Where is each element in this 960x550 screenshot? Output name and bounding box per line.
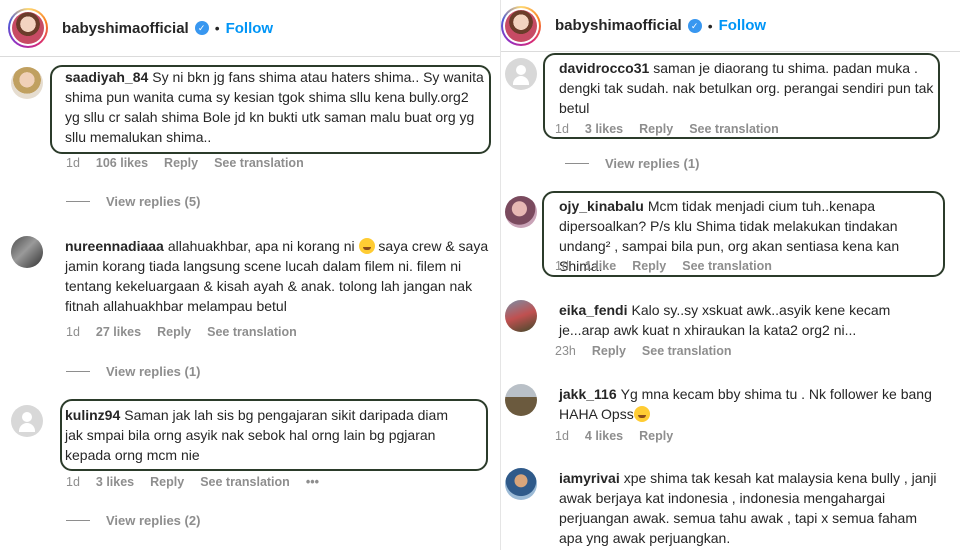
profile-avatar[interactable] bbox=[8, 8, 48, 48]
comment: kulinz94 Saman jak lah sis bg pengajaran … bbox=[11, 405, 489, 465]
comment-text: davidrocco31 saman je diaorang tu shima. … bbox=[559, 58, 943, 118]
reply-button[interactable]: Reply bbox=[592, 344, 626, 358]
commenter-username[interactable]: saadiyah_84 bbox=[65, 69, 148, 85]
commenter-avatar[interactable] bbox=[505, 300, 537, 332]
like-count[interactable]: 3 likes bbox=[585, 122, 623, 136]
commenter-avatar[interactable] bbox=[11, 405, 43, 437]
post-header: babyshimaofficial ✓ • Follow bbox=[0, 0, 500, 57]
comment-text: kulinz94 Saman jak lah sis bg pengajaran … bbox=[65, 405, 465, 465]
commenter-avatar[interactable] bbox=[505, 468, 537, 500]
verified-badge-icon: ✓ bbox=[687, 18, 702, 33]
comment-meta: 1d 27 likes Reply See translation bbox=[66, 325, 297, 339]
comment-message: Saman jak lah sis bg pengajaran sikit da… bbox=[65, 407, 448, 463]
replies-divider bbox=[565, 163, 589, 164]
replies-divider bbox=[66, 520, 90, 521]
separator-dot: • bbox=[214, 20, 220, 36]
commenter-username[interactable]: jakk_116 bbox=[559, 386, 617, 402]
comment-message-start: allahuakhbar, apa ni korang ni bbox=[167, 238, 359, 254]
like-count[interactable]: 27 likes bbox=[96, 325, 141, 339]
reply-button[interactable]: Reply bbox=[639, 122, 673, 136]
comment: jakk_116 Yg mna kecam bby shima tu . Nk f… bbox=[505, 384, 945, 424]
profile-avatar[interactable] bbox=[501, 5, 541, 46]
verified-badge-icon: ✓ bbox=[194, 21, 209, 35]
see-translation-button[interactable]: See translation bbox=[642, 344, 732, 358]
more-options-icon[interactable]: ••• bbox=[306, 475, 319, 489]
see-translation-button[interactable]: See translation bbox=[214, 156, 304, 170]
crying-face-icon bbox=[358, 238, 375, 254]
commenter-username[interactable]: nureennadiaaa bbox=[65, 238, 164, 254]
see-translation-button[interactable]: See translation bbox=[689, 122, 779, 136]
commenter-username[interactable]: ojy_kinabalu bbox=[559, 198, 644, 214]
comment-text: jakk_116 Yg mna kecam bby shima tu . Nk f… bbox=[559, 384, 943, 424]
like-count[interactable]: 106 likes bbox=[96, 156, 148, 170]
reply-button[interactable]: Reply bbox=[164, 156, 198, 170]
comment-meta: 1d 3 likes Reply See translation ••• bbox=[66, 475, 319, 489]
commenter-username[interactable]: kulinz94 bbox=[65, 407, 120, 423]
comment: saadiyah_84 Sy ni bkn jg fans shima atau … bbox=[11, 67, 489, 147]
commenter-username[interactable]: iamyrivai bbox=[559, 470, 620, 486]
view-replies-label: View replies (5) bbox=[106, 194, 201, 209]
comment-text: saadiyah_84 Sy ni bkn jg fans shima atau … bbox=[65, 67, 485, 147]
laughing-face-icon bbox=[633, 406, 650, 422]
comment: eika_fendi Kalo sy..sy xskuat awk..asyik … bbox=[505, 300, 945, 340]
post-header: babyshimaofficial ✓ • Follow bbox=[501, 0, 960, 52]
comment-text: eika_fendi Kalo sy..sy xskuat awk..asyik … bbox=[559, 300, 943, 340]
like-count[interactable]: 4 likes bbox=[585, 429, 623, 443]
comment-time[interactable]: 1d bbox=[66, 475, 80, 489]
like-count[interactable]: 3 likes bbox=[96, 475, 134, 489]
comment-meta: 1d 1 like Reply See translation bbox=[555, 259, 772, 273]
commenter-avatar[interactable] bbox=[505, 384, 537, 416]
comment-meta: 1d 3 likes Reply See translation bbox=[555, 122, 779, 136]
comment-meta: 1d 4 likes Reply bbox=[555, 429, 673, 443]
commenter-username[interactable]: davidrocco31 bbox=[559, 60, 649, 76]
comment: nureennadiaaa allahuakhbar, apa ni korang… bbox=[11, 236, 489, 316]
separator-dot: • bbox=[707, 17, 713, 34]
commenter-avatar[interactable] bbox=[11, 236, 43, 268]
like-count[interactable]: 1 like bbox=[585, 259, 616, 273]
reply-button[interactable]: Reply bbox=[157, 325, 191, 339]
comment: davidrocco31 saman je diaorang tu shima. … bbox=[505, 58, 945, 118]
profile-username[interactable]: babyshimaofficial bbox=[62, 20, 189, 37]
comment-time[interactable]: 1d bbox=[555, 259, 569, 273]
replies-divider bbox=[66, 201, 90, 202]
comment: iamyrivai xpe shima tak kesah kat malaysi… bbox=[505, 468, 945, 548]
comment-meta: 23h Reply See translation bbox=[555, 344, 732, 358]
commenter-avatar[interactable] bbox=[505, 58, 537, 90]
follow-button[interactable]: Follow bbox=[719, 17, 767, 34]
follow-button[interactable]: Follow bbox=[226, 20, 274, 37]
replies-divider bbox=[66, 371, 90, 372]
comment-time[interactable]: 1d bbox=[66, 325, 80, 339]
right-screenshot-panel: babyshimaofficial ✓ • Follow davidrocco3… bbox=[500, 0, 960, 550]
view-replies-label: View replies (1) bbox=[106, 364, 201, 379]
view-replies-label: View replies (1) bbox=[605, 156, 700, 171]
commenter-avatar[interactable] bbox=[11, 67, 43, 99]
commenter-username[interactable]: eika_fendi bbox=[559, 302, 627, 318]
view-replies-button[interactable]: View replies (5) bbox=[66, 194, 200, 209]
reply-button[interactable]: Reply bbox=[639, 429, 673, 443]
comment-text: iamyrivai xpe shima tak kesah kat malaysi… bbox=[559, 468, 943, 548]
comment-text: nureennadiaaa allahuakhbar, apa ni korang… bbox=[65, 236, 489, 316]
reply-button[interactable]: Reply bbox=[632, 259, 666, 273]
see-translation-button[interactable]: See translation bbox=[200, 475, 290, 489]
view-replies-button[interactable]: View replies (2) bbox=[66, 513, 200, 528]
comment-time[interactable]: 1d bbox=[555, 122, 569, 136]
comment-time[interactable]: 1d bbox=[555, 429, 569, 443]
reply-button[interactable]: Reply bbox=[150, 475, 184, 489]
commenter-avatar[interactable] bbox=[505, 196, 537, 228]
see-translation-button[interactable]: See translation bbox=[207, 325, 297, 339]
profile-username[interactable]: babyshimaofficial bbox=[555, 17, 682, 34]
comment-time[interactable]: 23h bbox=[555, 344, 576, 358]
view-replies-button[interactable]: View replies (1) bbox=[565, 156, 699, 171]
see-translation-button[interactable]: See translation bbox=[682, 259, 772, 273]
view-replies-button[interactable]: View replies (1) bbox=[66, 364, 200, 379]
left-screenshot-panel: babyshimaofficial ✓ • Follow saadiyah_84… bbox=[0, 0, 500, 550]
comment-meta: 1d 106 likes Reply See translation bbox=[66, 156, 304, 170]
comment-time[interactable]: 1d bbox=[66, 156, 80, 170]
view-replies-label: View replies (2) bbox=[106, 513, 201, 528]
